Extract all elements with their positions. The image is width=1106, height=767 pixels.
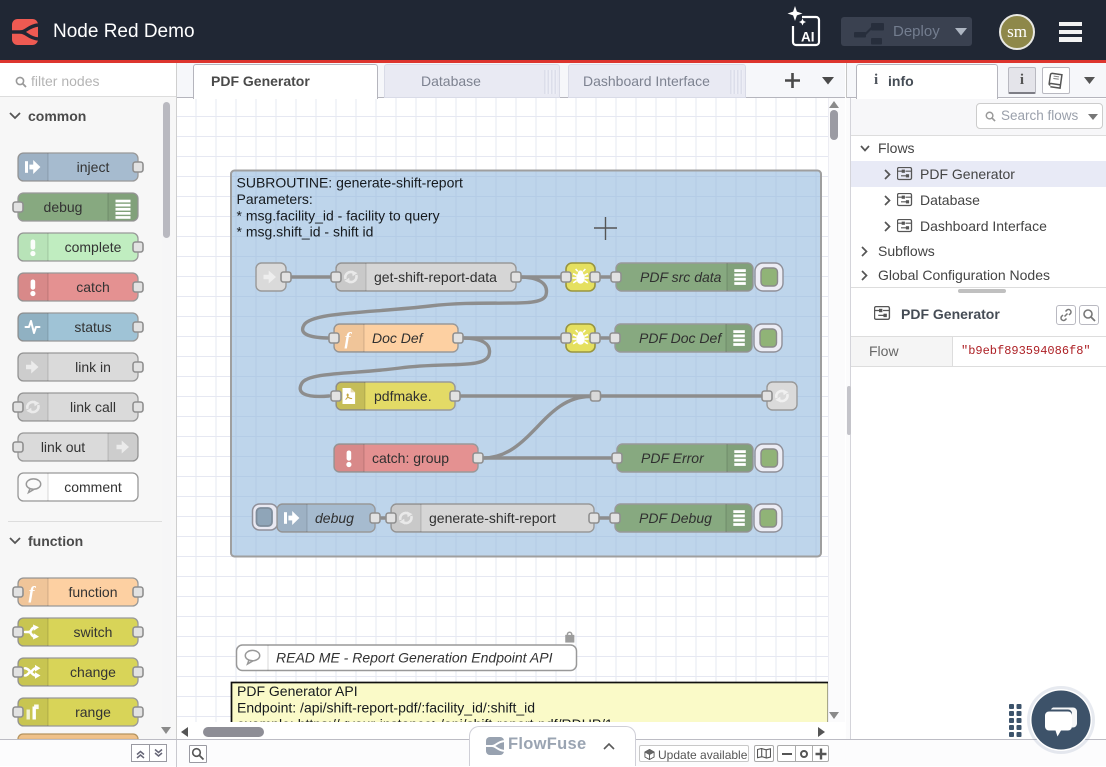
svg-text:link call: link call bbox=[70, 399, 116, 415]
svg-text:inject: inject bbox=[77, 159, 110, 175]
svg-text:debug: debug bbox=[44, 199, 83, 215]
svg-text:complete: complete bbox=[65, 239, 122, 255]
svg-text:Doc Def: Doc Def bbox=[372, 330, 425, 346]
svg-text:READ ME - Report Generation En: READ ME - Report Generation Endpoint API bbox=[276, 650, 553, 666]
svg-text:Endpoint: /api/shift-report-pd: Endpoint: /api/shift-report-pdf/:facilit… bbox=[237, 699, 535, 715]
svg-text:catch: catch bbox=[76, 279, 109, 295]
svg-text:Parameters:: Parameters: bbox=[237, 191, 313, 207]
svg-text:PDF Debug: PDF Debug bbox=[639, 510, 712, 526]
svg-text:* msg.facility_id - facility t: * msg.facility_id - facility to query bbox=[237, 207, 440, 223]
svg-text:common: common bbox=[28, 108, 86, 124]
svg-text:link out: link out bbox=[41, 439, 85, 455]
svg-text:change: change bbox=[70, 664, 116, 680]
svg-text:comment: comment bbox=[64, 479, 122, 495]
svg-text:switch: switch bbox=[74, 624, 113, 640]
svg-text:generate-shift-report: generate-shift-report bbox=[429, 510, 556, 526]
svg-text:range: range bbox=[75, 704, 111, 720]
svg-text:catch: group: catch: group bbox=[372, 450, 449, 466]
svg-text:* msg.shift_id - shift id: * msg.shift_id - shift id bbox=[237, 224, 374, 240]
svg-text:AI: AI bbox=[801, 30, 815, 45]
svg-text:get-shift-report-data: get-shift-report-data bbox=[374, 269, 497, 285]
svg-text:status: status bbox=[74, 319, 111, 335]
svg-text:PDF src data: PDF src data bbox=[640, 269, 722, 285]
svg-text:pdfmake.: pdfmake. bbox=[374, 388, 432, 404]
svg-text:PDF Error: PDF Error bbox=[641, 450, 705, 466]
svg-text:debug: debug bbox=[315, 510, 354, 526]
svg-text:function: function bbox=[68, 584, 117, 600]
svg-text:PDF Generator API: PDF Generator API bbox=[237, 683, 358, 699]
svg-text:link in: link in bbox=[75, 359, 111, 375]
svg-text:SUBROUTINE: generate-shift-rep: SUBROUTINE: generate-shift-report bbox=[237, 175, 464, 191]
svg-text:PDF Doc Def: PDF Doc Def bbox=[639, 330, 723, 346]
svg-text:function: function bbox=[28, 533, 83, 549]
